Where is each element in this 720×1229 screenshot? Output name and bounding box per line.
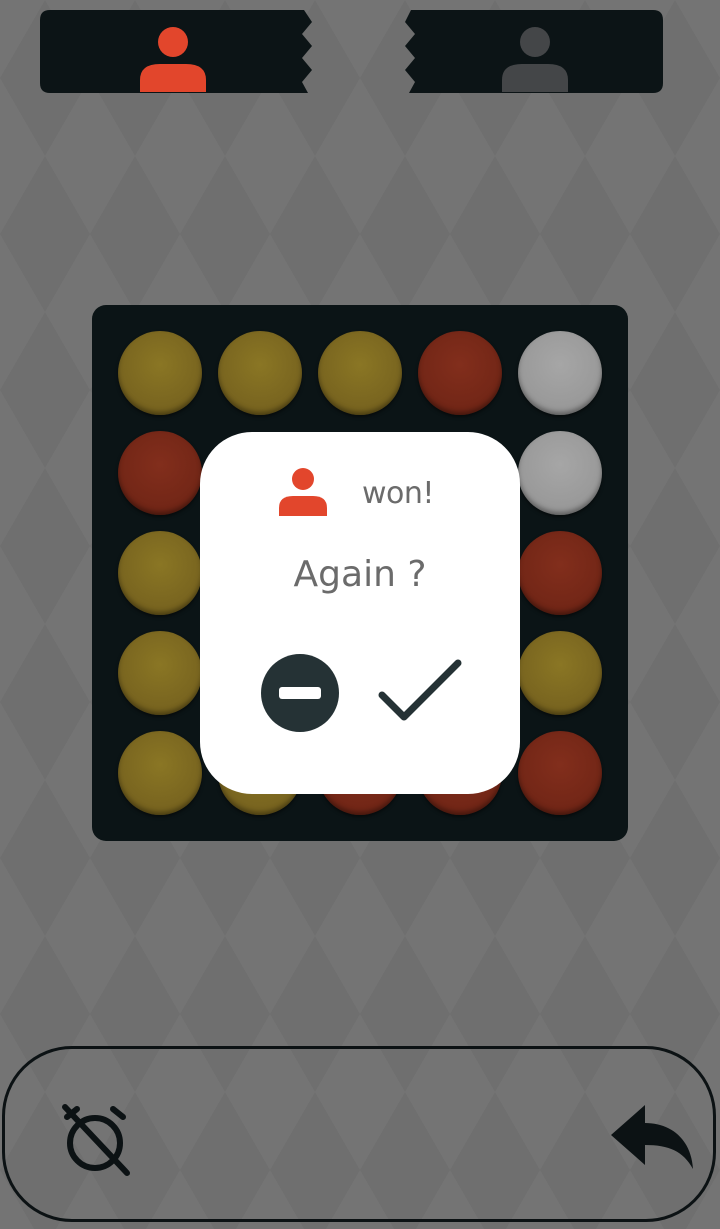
- undo-icon: [611, 1105, 693, 1169]
- minus-circle-icon: [261, 654, 339, 732]
- board-cell-yellow[interactable]: [518, 631, 602, 715]
- player-1-tag: [40, 10, 312, 93]
- board-cell-yellow[interactable]: [118, 631, 202, 715]
- player-1-avatar-icon: [138, 22, 208, 92]
- board-cell-red[interactable]: [518, 731, 602, 815]
- board-cell-yellow[interactable]: [318, 331, 402, 415]
- player-2-tag: [405, 10, 677, 93]
- board-cell-yellow[interactable]: [118, 331, 202, 415]
- board-cell-yellow[interactable]: [218, 331, 302, 415]
- winner-avatar-icon: [278, 466, 328, 516]
- game-over-dialog: won! Again ?: [200, 432, 520, 794]
- accept-button[interactable]: [378, 657, 462, 727]
- board-cell-yellow[interactable]: [118, 531, 202, 615]
- undo-button[interactable]: [611, 1103, 697, 1173]
- decline-button[interactable]: [261, 654, 339, 732]
- board-cell-empty[interactable]: [518, 431, 602, 515]
- board-cell-red[interactable]: [518, 531, 602, 615]
- won-label: won!: [362, 476, 434, 511]
- timer-off-icon: [62, 1104, 130, 1176]
- checkmark-icon: [378, 659, 462, 721]
- again-question: Again ?: [293, 554, 427, 595]
- board-cell-empty[interactable]: [518, 331, 602, 415]
- board-cell-red[interactable]: [418, 331, 502, 415]
- board-cell-red[interactable]: [118, 431, 202, 515]
- player-2-avatar-icon: [500, 22, 570, 92]
- timer-button[interactable]: [57, 1101, 133, 1177]
- bottom-toolbar: [2, 1046, 716, 1222]
- board-cell-yellow[interactable]: [118, 731, 202, 815]
